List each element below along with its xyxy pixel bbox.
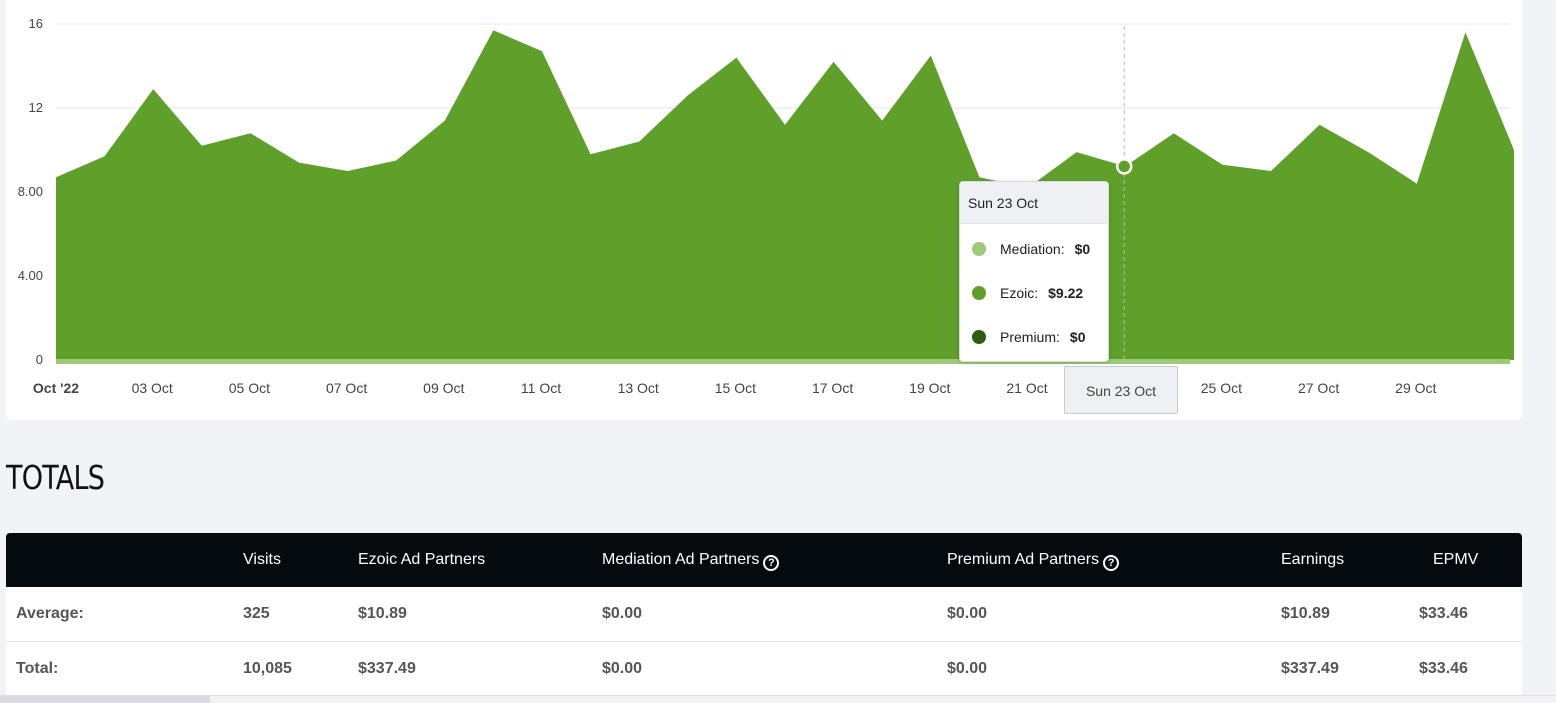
tooltip-title: Sun 23 Oct [960, 182, 1108, 224]
header-premium-label: Premium Ad Partners [947, 551, 1100, 568]
tooltip-row-premium: Premium: $0 [972, 327, 1085, 347]
header-ezoic-ad-partners: Ezoic Ad Partners [358, 551, 486, 568]
x-tick-label: 29 Oct [1395, 380, 1436, 396]
x-tick-label: 17 Oct [812, 380, 853, 396]
totals-table: Visits Ezoic Ad Partners Mediation Ad Pa… [6, 533, 1522, 697]
x-tick-label: 05 Oct [229, 380, 270, 396]
tooltip-row-ezoic: Ezoic: $9.22 [972, 283, 1083, 303]
y-tick-label: 16 [29, 16, 43, 31]
tooltip-label: Mediation: [1000, 241, 1065, 257]
x-tick-label: 15 Oct [715, 380, 756, 396]
x-tick-label: 25 Oct [1201, 380, 1242, 396]
tooltip-value: $0 [1074, 241, 1091, 257]
cell-visits: 325 [243, 605, 270, 622]
y-tick-label: 8.00 [18, 184, 43, 199]
cell-mediation: $0.00 [602, 605, 643, 622]
help-icon[interactable]: ? [763, 555, 780, 571]
help-icon[interactable]: ? [1103, 555, 1120, 571]
cell-ezoic: $10.89 [358, 605, 407, 622]
x-tick-label: 03 Oct [132, 380, 173, 396]
header-epmv: EPMV [1433, 551, 1479, 568]
tooltip-value: $0 [1069, 329, 1086, 345]
x-tick-label: 19 Oct [909, 380, 950, 396]
cell-epmv: $33.46 [1419, 605, 1468, 622]
hover-point [1115, 158, 1133, 175]
x-tick-label: 09 Oct [423, 380, 464, 396]
header-mediation-label: Mediation Ad Partners [602, 551, 760, 568]
x-tick-label: Oct '22 [33, 380, 79, 396]
x-tick-label: 07 Oct [326, 380, 367, 396]
y-tick-label: 0 [36, 352, 43, 367]
x-tick-label: 13 Oct [618, 380, 659, 396]
premium-legend-dot [972, 330, 986, 344]
earnings-area-chart[interactable]: 16 12 8.00 4.00 0 Oct '22 03 Oct 05 Oct 07 Oct 09… [0, 0, 1556, 420]
cell-mediation: $0.00 [602, 660, 643, 677]
cell-ezoic: $337.49 [358, 660, 416, 677]
tooltip-value: $9.22 [1048, 285, 1084, 301]
mediation-baseline-band [56, 359, 1510, 364]
series-area-ezoic [56, 30, 1514, 361]
row-label: Average: [16, 605, 84, 622]
chart-tooltip: Sun 23 Oct Mediation: $0 Ezoic: $9.22 Pr… [959, 181, 1109, 362]
table-row: Average: 325 $10.89 $0.00 $0.00 $10.89 $… [6, 587, 1522, 642]
x-tick-label: 11 Oct [521, 380, 561, 396]
cell-earnings: $10.89 [1281, 605, 1330, 622]
cell-earnings: $337.49 [1281, 660, 1339, 677]
x-tick-label: 27 Oct [1298, 380, 1339, 396]
totals-heading: TOTALS [6, 458, 105, 497]
cell-premium: $0.00 [947, 605, 988, 622]
tooltip-label: Premium: [1000, 329, 1060, 345]
x-tick-label: 21 Oct [1006, 380, 1047, 396]
totals-header-row: Visits Ezoic Ad Partners Mediation Ad Pa… [6, 533, 1522, 587]
header-premium-ad-partners: Premium Ad Partners? [947, 551, 1120, 571]
row-label: Total: [16, 660, 59, 677]
tooltip-label: Ezoic: [1000, 285, 1039, 301]
header-mediation-ad-partners: Mediation Ad Partners? [602, 551, 780, 571]
tooltip-row-mediation: Mediation: $0 [972, 239, 1090, 259]
cell-epmv: $33.46 [1419, 660, 1468, 677]
y-tick-label: 12 [29, 100, 43, 115]
header-earnings: Earnings [1281, 551, 1345, 568]
mediation-legend-dot [972, 242, 986, 256]
header-visits: Visits [243, 551, 281, 568]
ezoic-legend-dot [972, 286, 986, 300]
cell-visits: 10,085 [243, 660, 292, 677]
cell-premium: $0.00 [947, 660, 988, 677]
crosshair-x-label: Sun 23 Oct [1064, 366, 1178, 414]
table-row: Total: 10,085 $337.49 $0.00 $0.00 $337.4… [6, 642, 1522, 697]
y-tick-label: 4.00 [18, 268, 43, 283]
